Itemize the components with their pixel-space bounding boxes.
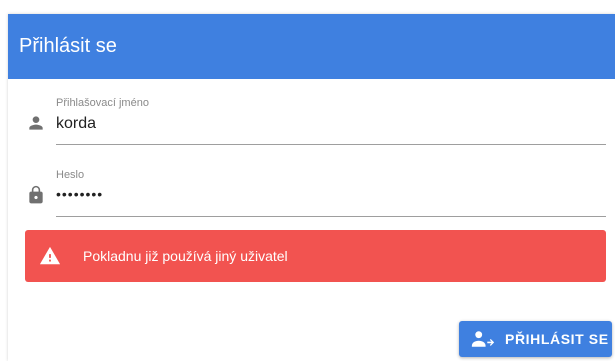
username-underline xyxy=(56,144,606,145)
page-title: Přihlásit se xyxy=(19,35,117,57)
username-field[interactable]: Přihlašovací jméno korda xyxy=(26,97,606,145)
lock-icon xyxy=(29,185,43,204)
person-icon xyxy=(29,116,43,130)
password-input[interactable]: •••••••• xyxy=(56,186,596,202)
login-header: Přihlásit se xyxy=(8,14,615,79)
login-card: Přihlásit se Přihlašovací jméno korda He… xyxy=(8,14,615,361)
password-field[interactable]: Heslo •••••••• xyxy=(26,169,606,217)
username-label: Přihlašovací jméno xyxy=(56,97,149,109)
error-alert: Pokladnu již používá jiný uživatel xyxy=(25,230,606,282)
password-label: Heslo xyxy=(56,169,85,181)
warning-icon xyxy=(39,246,61,265)
username-input[interactable]: korda xyxy=(56,115,596,133)
login-button-label: PŘIHLÁSIT SE xyxy=(505,331,609,347)
error-message: Pokladnu již používá jiný uživatel xyxy=(83,248,288,264)
login-user-icon xyxy=(471,331,495,347)
login-button[interactable]: PŘIHLÁSIT SE xyxy=(459,321,612,357)
password-underline xyxy=(56,216,606,217)
